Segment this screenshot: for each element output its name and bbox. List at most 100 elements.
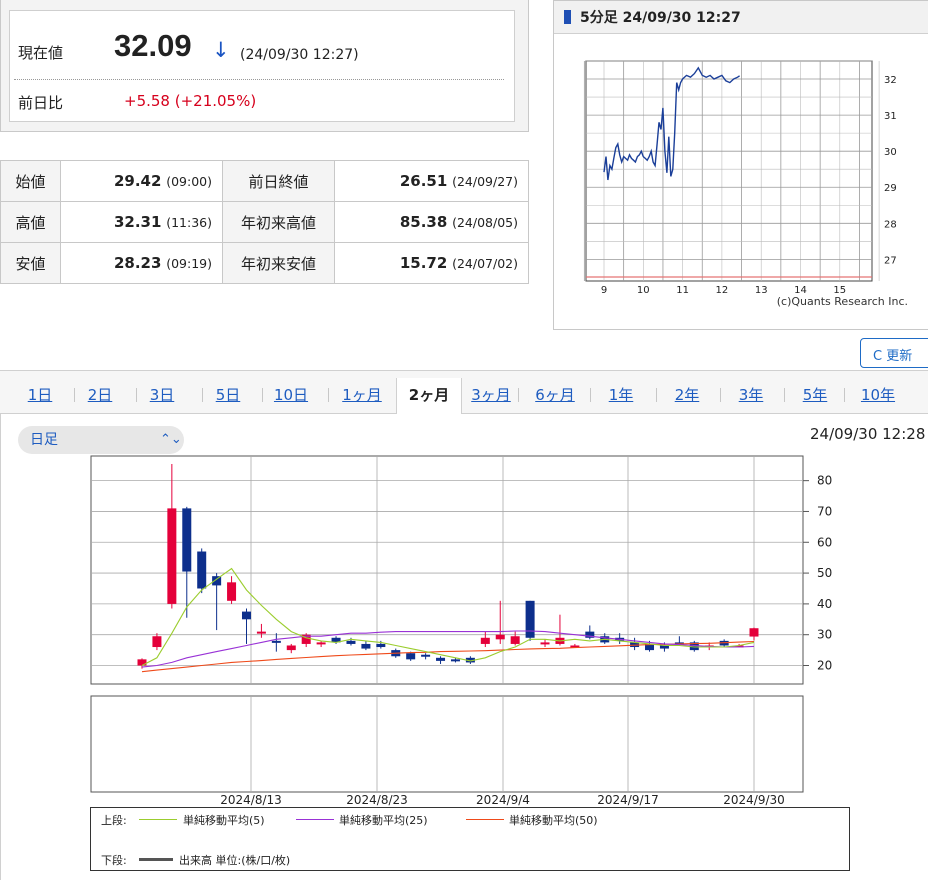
legend-ma5: 単純移動平均(5) xyxy=(183,814,265,827)
chart-credit: (c)Quants Research Inc. xyxy=(777,295,908,308)
x-tick-label: 10 xyxy=(637,285,650,296)
y-tick-label: 28 xyxy=(884,219,897,230)
y-tick-label: 27 xyxy=(884,255,897,266)
stat-value: 15.72 (24/07/02) xyxy=(334,242,529,284)
candle-body xyxy=(376,643,386,648)
legend-lower-label: 下段: xyxy=(101,854,127,867)
candle-body xyxy=(137,659,147,666)
stat-value: 32.31 (11:36) xyxy=(60,201,223,243)
x-tick-label: 2024/8/13 xyxy=(220,793,282,807)
bar-marker-icon xyxy=(564,10,571,24)
stat-label: 年初来高値 xyxy=(222,201,335,243)
tab-separator xyxy=(720,388,721,402)
volume-plot-area xyxy=(90,695,804,793)
candle-body xyxy=(182,508,192,572)
tab-separator xyxy=(844,388,845,402)
candle-body xyxy=(197,551,207,589)
stat-label: 高値 xyxy=(0,201,61,243)
tab-range[interactable]: 3日 xyxy=(142,378,182,412)
legend-volume-swatch xyxy=(139,858,173,861)
candle-body xyxy=(540,642,550,645)
legend-volume: 出来高 単位:(株/口/枚) xyxy=(179,854,291,867)
x-tick-label: 2024/9/17 xyxy=(597,793,659,807)
y-tick-label: 20 xyxy=(817,659,832,673)
y-tick-label: 32 xyxy=(884,75,897,86)
intraday-title: 5分足 24/09/30 12:27 xyxy=(580,10,741,26)
tab-range[interactable]: 2日 xyxy=(80,378,120,412)
tab-range[interactable]: 3ヶ月 xyxy=(462,378,520,412)
table-row: 始値 29.42 (09:00) 前日終値 26.51 (24/09/27) xyxy=(0,160,529,202)
stat-value: 85.38 (24/08/05) xyxy=(334,201,529,243)
stat-label: 前日終値 xyxy=(222,160,335,202)
down-arrow-icon: ↓ xyxy=(212,38,230,62)
current-price-value: 32.09 xyxy=(114,28,192,63)
stat-value: 26.51 (24/09/27) xyxy=(334,160,529,202)
intraday-chart-panel: 5分足 24/09/30 12:27 27 28 29 30 31 32 9 10 11 12 13… xyxy=(553,0,928,330)
intraday-chart: 2728293031329 10 11 12 13 14 15(c)Quants Resea… xyxy=(583,60,908,308)
change-value: +5.58 (+21.05%) xyxy=(124,92,257,110)
y-tick-label: 70 xyxy=(817,504,832,518)
tab-separator xyxy=(136,388,137,402)
candle-body xyxy=(256,631,266,634)
y-tick-label: 30 xyxy=(817,628,832,642)
x-tick-label: 9 xyxy=(601,285,607,296)
plot-area xyxy=(585,60,873,282)
legend-ma25-swatch xyxy=(296,819,334,820)
tab-separator xyxy=(74,388,75,402)
tab-range[interactable]: 10日 xyxy=(268,378,314,412)
candle-body xyxy=(421,654,431,657)
price-panel xyxy=(0,0,529,132)
tab-range[interactable]: 2年 xyxy=(662,378,712,412)
x-tick-label: 11 xyxy=(676,285,689,296)
candle-body xyxy=(749,628,759,637)
price-divider xyxy=(14,79,504,80)
y-tick-label: 80 xyxy=(817,474,832,488)
daily-candlestick-chart: 20 30 40 50 60 70 80 2024/8/13 2024/8/23 2024/9/4… xyxy=(90,455,832,807)
tab-separator xyxy=(328,388,329,402)
legend-ma5-swatch xyxy=(139,819,177,820)
x-tick-label: 2024/8/23 xyxy=(346,793,408,807)
change-label: 前日比 xyxy=(18,94,64,112)
candle-body xyxy=(346,640,356,644)
tab-range[interactable]: 3年 xyxy=(726,378,776,412)
legend-ma50-swatch xyxy=(466,819,504,820)
x-tick-label: 2024/9/30 xyxy=(723,793,785,807)
tab-range[interactable]: 1ヶ月 xyxy=(334,378,390,412)
legend-ma50: 単純移動平均(50) xyxy=(509,814,598,827)
y-tick-label: 40 xyxy=(817,597,832,611)
tab-range[interactable]: 5日 xyxy=(208,378,248,412)
candle-body xyxy=(480,637,490,644)
price-stats-table: 始値 29.42 (09:00) 前日終値 26.51 (24/09/27) 高… xyxy=(0,160,529,284)
candle-body xyxy=(271,640,281,643)
candle-body xyxy=(241,611,251,620)
stat-label: 始値 xyxy=(0,160,61,202)
table-row: 高値 32.31 (11:36) 年初来高値 85.38 (24/08/05) xyxy=(0,201,529,243)
x-tick-label: 13 xyxy=(755,285,768,296)
y-tick-label: 29 xyxy=(884,183,897,194)
tab-range[interactable]: 1日 xyxy=(22,378,58,412)
candle-body xyxy=(495,634,505,640)
tab-range[interactable]: 2ヶ月 xyxy=(396,378,462,414)
tab-range[interactable]: 6ヶ月 xyxy=(524,378,586,412)
y-tick-label: 30 xyxy=(884,147,897,158)
candle-body xyxy=(525,600,535,638)
x-tick-label: 12 xyxy=(716,285,729,296)
candle-body xyxy=(436,657,446,661)
y-tick-label: 50 xyxy=(817,566,832,580)
candle-body xyxy=(152,636,162,648)
candle-body xyxy=(406,653,416,660)
x-tick-label: 2024/9/4 xyxy=(476,793,530,807)
refresh-button[interactable]: C 更新 xyxy=(860,338,928,368)
candle-body xyxy=(450,659,460,662)
tab-range[interactable]: 1年 xyxy=(596,378,646,412)
price-timestamp: (24/09/30 12:27) xyxy=(240,47,359,63)
candle-body xyxy=(286,645,296,651)
tab-range[interactable]: 10年 xyxy=(850,378,906,412)
y-tick-label: 31 xyxy=(884,111,897,122)
candle-body xyxy=(361,643,371,649)
y-tick-label: 60 xyxy=(817,535,832,549)
stat-value: 29.42 (09:00) xyxy=(60,160,223,202)
tab-range[interactable]: 5年 xyxy=(790,378,840,412)
tab-separator xyxy=(202,388,203,402)
price-card xyxy=(9,10,515,122)
